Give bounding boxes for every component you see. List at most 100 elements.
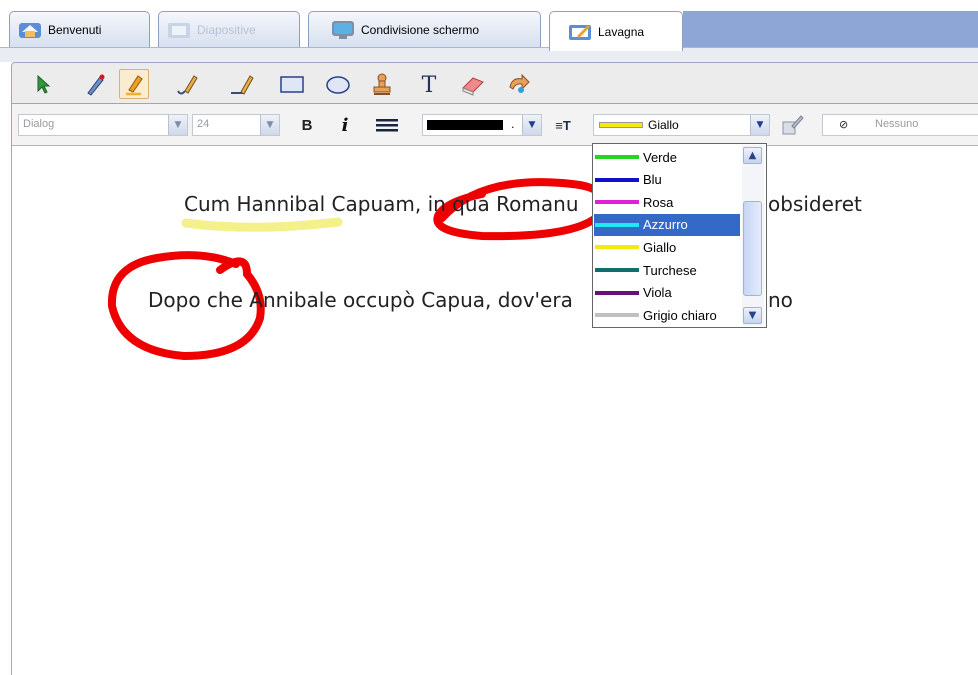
color-option-viola[interactable]: Viola xyxy=(594,282,740,304)
color-option-giallo[interactable]: Giallo xyxy=(594,236,740,258)
color-swatch xyxy=(595,313,639,318)
ellipse-icon xyxy=(326,76,350,94)
line-color-swatch xyxy=(427,120,503,130)
highlight-color-value: Giallo xyxy=(648,118,679,132)
svg-text:T: T xyxy=(422,73,437,97)
tab-bar: Benvenuti Diapositive Condivisione scher… xyxy=(0,0,978,62)
chevron-down-icon: ▼ xyxy=(168,115,187,135)
canvas-text-line-2: Dopo che Annibale occupò Capua, dov'era xyxy=(148,288,573,312)
rectangle-icon xyxy=(280,76,304,93)
stamp-icon xyxy=(373,73,391,95)
tab-label: Benvenuti xyxy=(48,22,102,37)
color-swatch xyxy=(595,222,639,227)
line-width-icon xyxy=(376,119,398,132)
scroll-up-button[interactable]: ▲ xyxy=(743,147,762,164)
color-option-azzurro[interactable]: Azzurro xyxy=(594,213,740,236)
color-option-label: Rosa xyxy=(643,194,674,210)
pen-icon xyxy=(87,74,105,96)
drawing-toolbar: T xyxy=(11,62,978,104)
color-option-label: Blu xyxy=(643,172,662,188)
chevron-down-icon: ▼ xyxy=(522,115,541,135)
stamp-tool-button[interactable] xyxy=(367,69,397,99)
text-color-button[interactable]: ≡T xyxy=(550,114,576,136)
eraser-tool-button[interactable] xyxy=(458,69,488,99)
select-arrow-icon xyxy=(37,74,51,94)
italic-button[interactable]: i xyxy=(332,114,358,136)
dropdown-scrollbar[interactable]: ▲ ▼ xyxy=(742,145,764,326)
color-swatch xyxy=(595,268,639,272)
color-option-label: Viola xyxy=(643,285,672,301)
slides-icon xyxy=(168,22,190,38)
tab-bar-strip xyxy=(0,47,978,62)
color-option-grigio-chiaro[interactable]: Grigio chiaro xyxy=(594,304,740,326)
select-tool-button[interactable] xyxy=(27,69,57,99)
undo-tool-button[interactable] xyxy=(504,69,534,99)
chevron-down-icon: ▼ xyxy=(260,115,279,135)
pen-tool-button[interactable] xyxy=(80,69,110,99)
color-option-label: Verde xyxy=(643,149,677,165)
color-swatch xyxy=(595,177,639,182)
rectangle-tool-button[interactable] xyxy=(277,69,307,99)
format-toolbar: Dialog ▼ 24 ▼ B i . ▼ ≡T Giallo ▼ ⊘ Ness… xyxy=(11,104,978,146)
annotation-layer xyxy=(107,178,608,361)
highlight-color-swatch xyxy=(599,122,643,128)
chevron-down-icon: ▼ xyxy=(748,310,757,321)
whiteboard-icon xyxy=(569,24,591,40)
font-family-value: Dialog xyxy=(23,118,55,130)
color-swatch xyxy=(595,290,639,295)
tab-condivisione-schermo[interactable]: Condivisione schermo xyxy=(308,11,541,47)
color-option-label: Giallo xyxy=(643,239,677,255)
tab-label: Diapositive xyxy=(197,22,256,37)
tab-benvenuti[interactable]: Benvenuti xyxy=(9,11,150,47)
color-option-turchese[interactable]: Turchese xyxy=(594,259,740,281)
yellow-highlight-stroke xyxy=(181,217,343,232)
chevron-down-icon: ▼ xyxy=(750,115,769,135)
eraser-icon xyxy=(462,77,484,96)
color-swatch xyxy=(595,155,639,159)
color-option-label: Azzurro xyxy=(643,217,688,233)
scroll-down-button[interactable]: ▼ xyxy=(743,307,762,324)
line-pen-tool-button[interactable] xyxy=(227,69,257,99)
color-option-rosa[interactable]: Rosa xyxy=(594,191,740,213)
tab-label: Lavagna xyxy=(598,24,645,39)
ellipse-tool-button[interactable] xyxy=(323,69,353,99)
canvas-text-line-2-tail: no xyxy=(768,288,793,312)
no-fill-icon: ⊘ xyxy=(839,118,849,131)
line-color-suffix: . xyxy=(511,118,515,131)
color-option-label: Grigio chiaro xyxy=(643,307,717,323)
font-size-select[interactable]: 24 ▼ xyxy=(192,114,280,136)
font-size-value: 24 xyxy=(197,118,210,130)
color-swatch xyxy=(595,200,639,205)
canvas-text-line-1-tail: obsideret xyxy=(768,192,862,216)
curve-pen-icon xyxy=(177,75,198,95)
scrollbar-thumb[interactable] xyxy=(743,201,762,296)
undo-icon xyxy=(509,73,530,93)
tab-label: Condivisione schermo xyxy=(361,22,480,37)
line-width-button[interactable] xyxy=(372,114,402,136)
font-family-select[interactable]: Dialog ▼ xyxy=(18,114,188,136)
monitor-icon xyxy=(332,20,354,39)
paint-brush-icon xyxy=(782,115,804,135)
color-option-verde[interactable]: Verde xyxy=(594,146,740,168)
text-tool-button[interactable]: T xyxy=(414,69,444,99)
home-icon xyxy=(19,22,41,38)
color-swatch xyxy=(595,245,639,250)
whiteboard-canvas[interactable]: Cum Hannibal Capuam, in qua Romanu obsid… xyxy=(11,146,978,675)
highlighter-tool-button[interactable] xyxy=(119,69,149,99)
bold-button[interactable]: B xyxy=(294,114,320,136)
fill-bucket-button[interactable] xyxy=(777,114,807,136)
text-tool-icon: T xyxy=(422,73,437,97)
highlight-color-select[interactable]: Giallo ▼ xyxy=(593,114,770,136)
tab-diapositive[interactable]: Diapositive xyxy=(158,11,300,47)
color-option-blu[interactable]: Blu xyxy=(594,169,740,191)
highlighter-icon xyxy=(126,75,143,96)
fill-color-select[interactable]: ⊘ Nessuno xyxy=(822,114,978,136)
color-option-label: Turchese xyxy=(643,262,697,278)
line-color-select[interactable]: . ▼ xyxy=(422,114,542,136)
tab-lavagna[interactable]: Lavagna xyxy=(549,11,683,51)
chevron-up-icon: ▲ xyxy=(748,150,757,161)
canvas-text-line-1: Cum Hannibal Capuam, in qua Romanu xyxy=(184,192,579,216)
highlight-color-dropdown[interactable]: Verde Blu Rosa Azzurro Giallo Turchese Viola Gr… xyxy=(592,143,767,328)
curve-pen-tool-button[interactable] xyxy=(173,69,203,99)
fill-color-value: Nessuno xyxy=(875,118,919,130)
